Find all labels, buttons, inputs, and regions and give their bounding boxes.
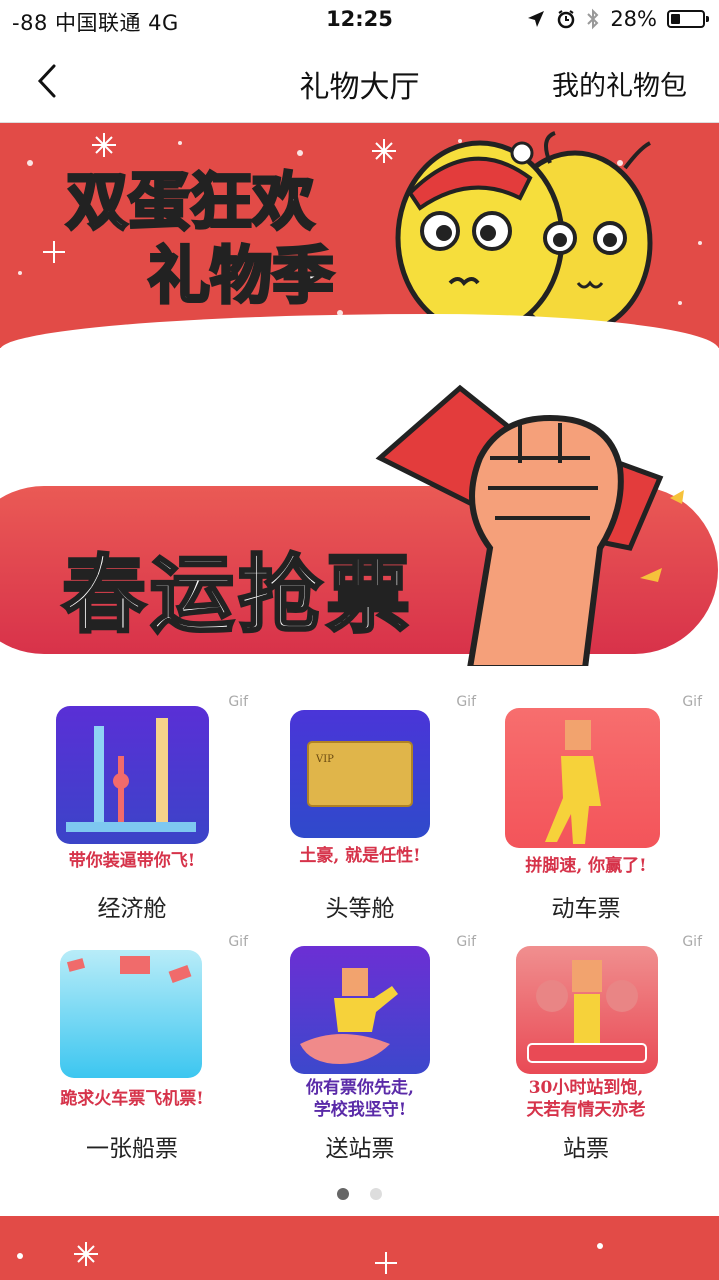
gif-badge: Gif [682,694,702,710]
gif-badge: Gif [228,694,248,710]
gif-badge: Gif [456,694,476,710]
gift-label: 动车票 [551,896,621,922]
gift-caption: 带你装逼带你飞! [68,851,196,871]
gift-item-economy[interactable]: Gif 带你装逼带你飞! 经济舱 [22,690,248,922]
gift-label: 经济舱 [97,896,167,922]
alarm-icon [558,10,575,29]
gift-caption: 拼脚速, 你赢了! [525,856,647,876]
bluetooth-icon [587,8,599,30]
snowflake-decoration [17,1242,603,1274]
next-banner-preview[interactable] [0,1216,719,1280]
page-dot-1[interactable] [336,1188,349,1200]
spring-festival-banner[interactable]: 春运抢票 [0,348,719,666]
vip-card-icon: VIP [307,741,413,807]
status-bar: -88 中国联通 4G 12:25 28% [0,0,719,40]
gift-item-bullet-train[interactable]: Gif 拼脚速, 你赢了! 动车票 [476,690,702,922]
svg-text:VIP: VIP [315,754,334,765]
gift-thumbnail [516,946,658,1074]
battery-icon [667,10,709,28]
page-indicator [0,1185,719,1204]
status-icons: 28% [526,7,709,31]
gift-thumbnail [505,708,660,848]
gif-badge: Gif [456,934,476,950]
gift-item-first-class[interactable]: Gif VIP 土豪, 就是任性! 头等舱 [250,690,476,922]
gift-thumbnail [290,946,430,1074]
flying-tickets-icon [66,956,192,984]
gif-badge: Gif [682,934,702,950]
gift-caption: 跪求火车票飞机票! [60,1089,204,1109]
gift-label: 头等舱 [325,896,395,922]
fist-ticket-illustration [375,384,684,666]
gift-thumbnail [60,950,202,1078]
gift-item-send-off-ticket[interactable]: Gif 你有票你先走, 学校我坚守! 送站票 [250,930,476,1162]
my-gift-bag-link[interactable]: 我的礼物包 [552,64,687,103]
gift-caption: 30小时站到饱, 天若有情天亦老 [526,1078,646,1120]
battery-percent: 28% [610,7,657,31]
location-arrow-icon [528,11,545,27]
hero-title: 春运抢票 [60,544,415,646]
promo-banner[interactable]: 双蛋狂欢 礼物季 [0,123,719,348]
gif-badge: Gif [228,934,248,950]
navigation-bar: 礼物大厅 我的礼物包 [0,40,719,123]
gift-caption: 你有票你先走, 学校我坚守! [306,1078,414,1120]
banner-title: 双蛋狂欢 礼物季 [64,164,335,314]
walking-man-icon [545,720,601,844]
banner-line1: 双蛋狂欢 [64,164,315,240]
gift-thumbnail [56,706,209,844]
gift-caption: 土豪, 就是任性! [299,846,421,866]
standing-man-icon [527,960,647,1063]
gift-item-standing-ticket[interactable]: Gif 30小时站到饱, 天若有情天亦老 站票 [476,930,702,1162]
gift-label: 站票 [563,1136,609,1162]
banner-line2: 礼物季 [146,238,335,314]
gift-label: 送站票 [325,1136,395,1162]
city-skyline-icon [66,718,196,832]
page-dot-2[interactable] [370,1188,383,1200]
gift-item-ship-ticket[interactable]: Gif 跪求火车票飞机票! 一张船票 [22,930,248,1162]
flying-carpet-man-icon [300,968,398,1064]
gift-label: 一张船票 [86,1136,178,1162]
gift-thumbnail: VIP [290,710,430,838]
